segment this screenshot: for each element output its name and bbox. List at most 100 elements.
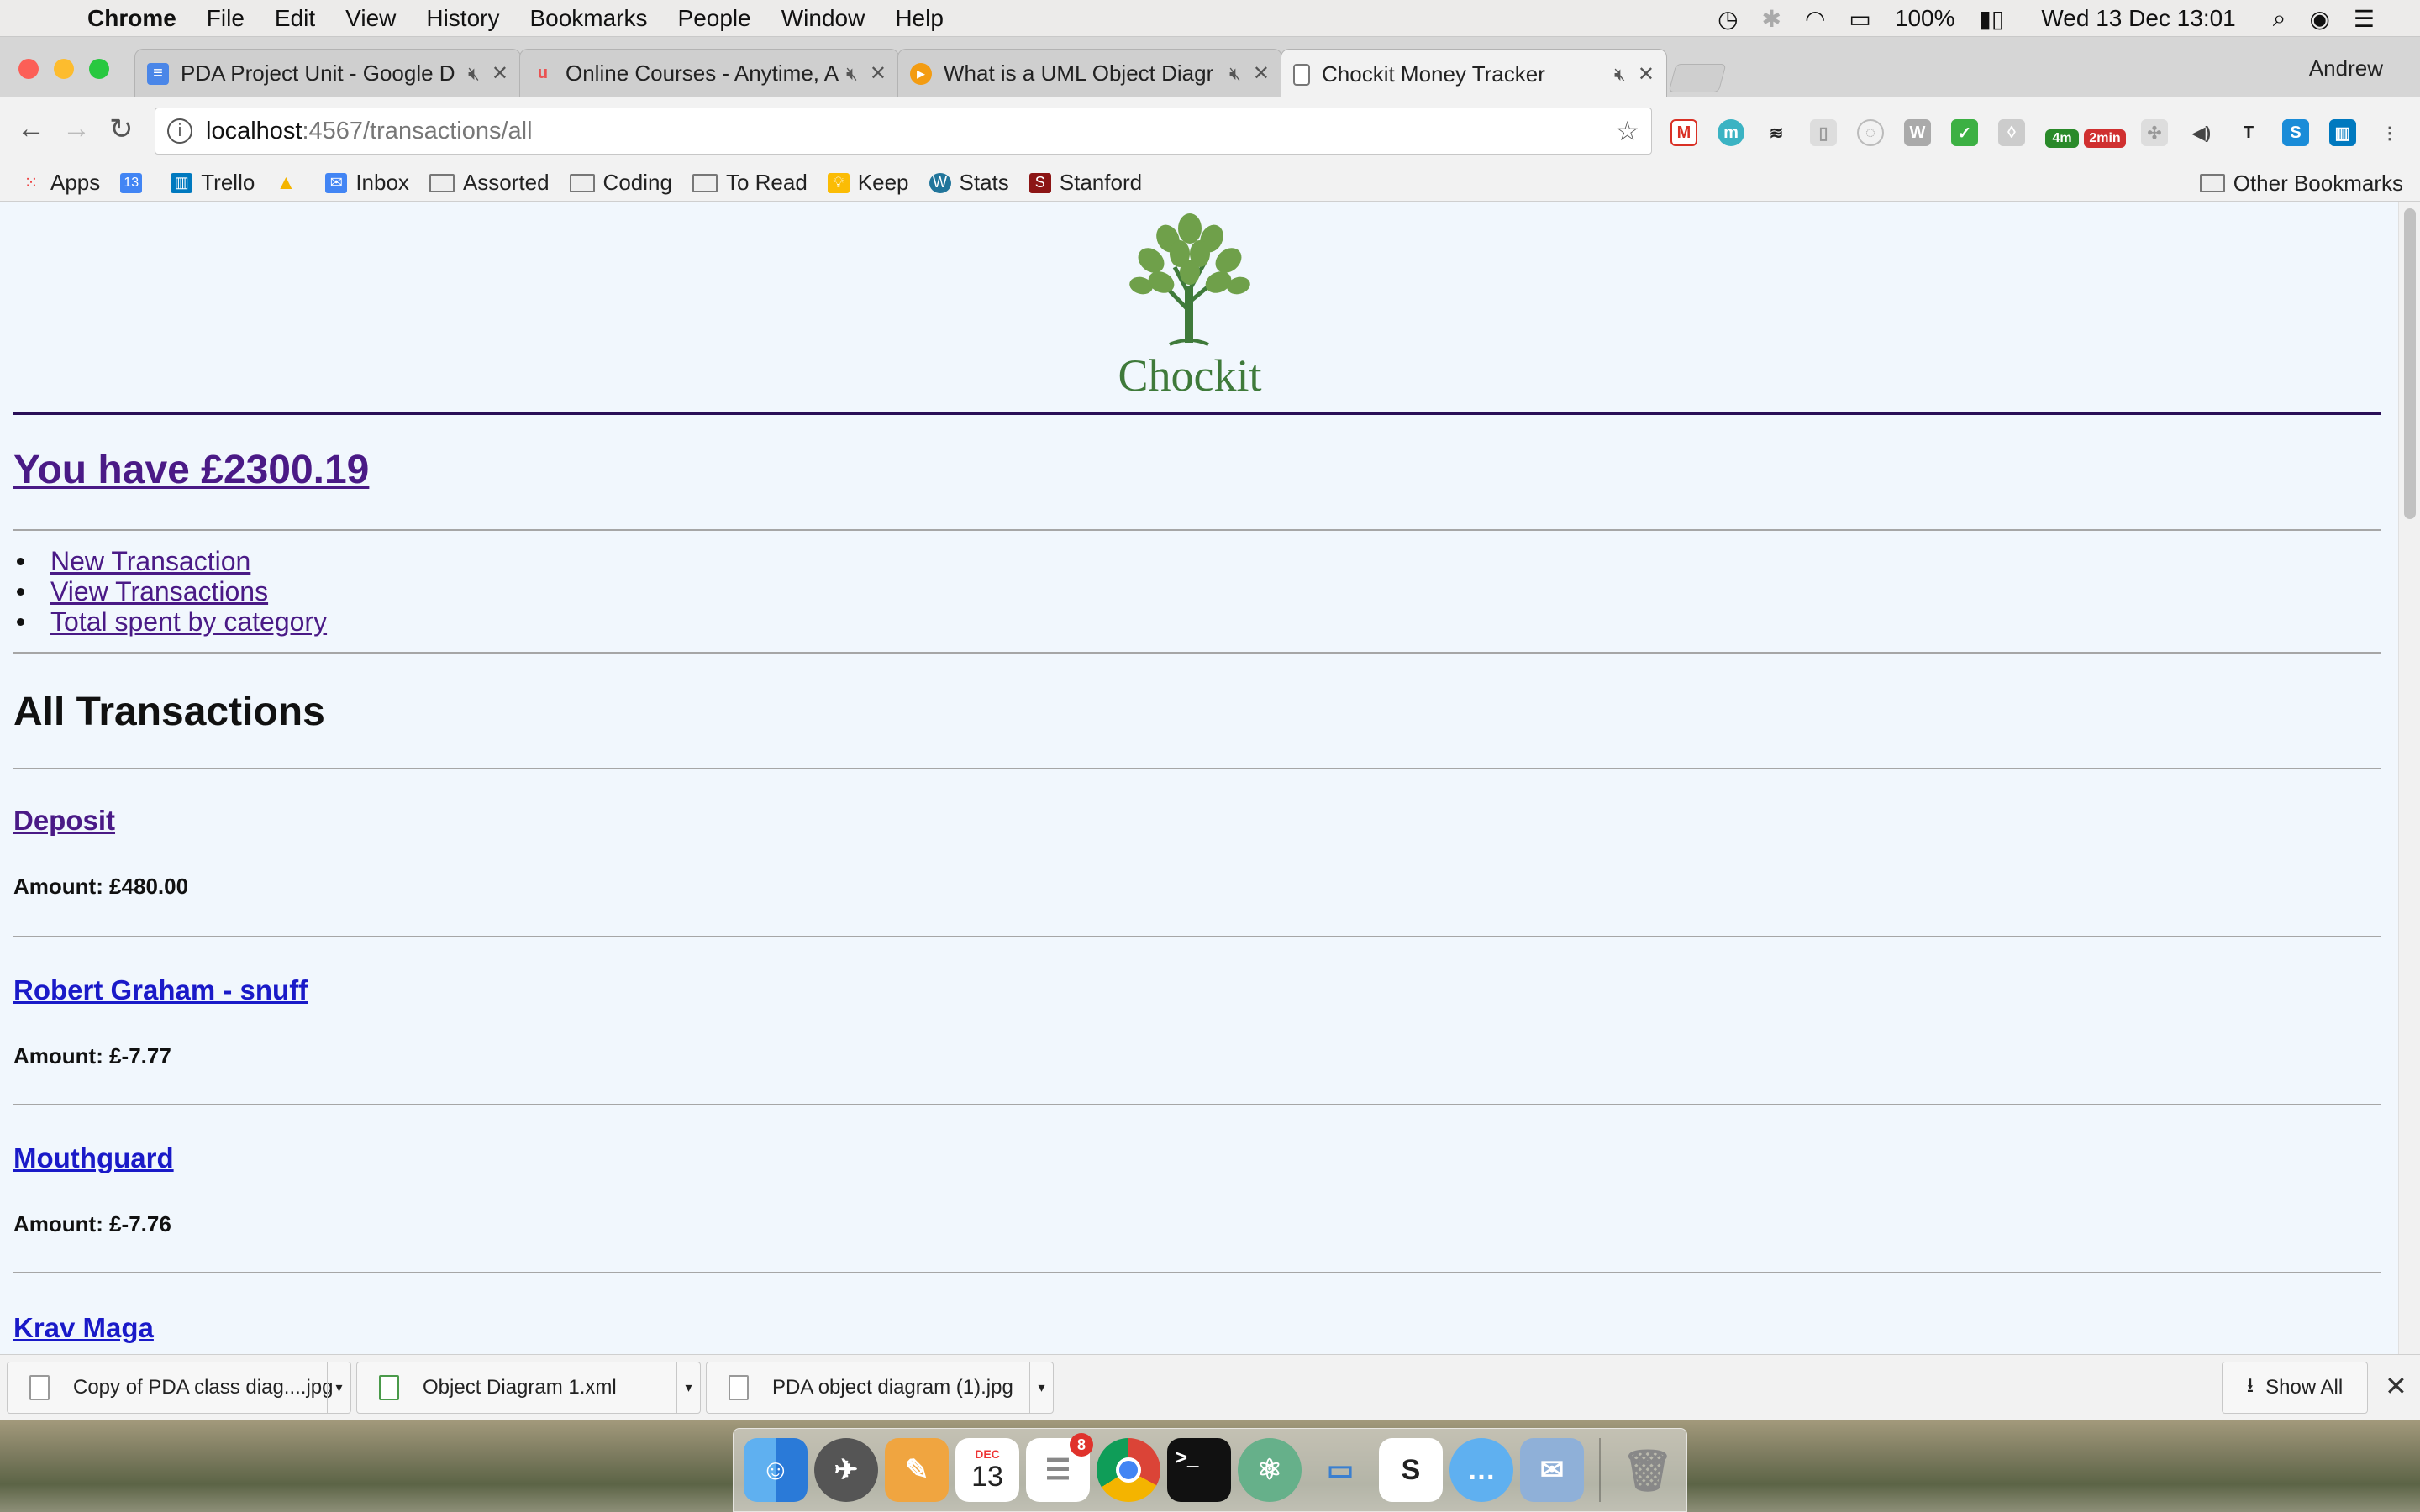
trash-icon[interactable]: 🗑︎ xyxy=(1616,1438,1680,1502)
menu-people[interactable]: People xyxy=(663,5,766,32)
bookmark-assorted[interactable]: Assorted xyxy=(429,170,550,196)
forward-arrow-icon[interactable]: → xyxy=(62,113,91,145)
nav-view-transactions[interactable]: View Transactions xyxy=(16,576,327,606)
wifi-icon[interactable]: ◠ xyxy=(1793,5,1837,33)
shield-extension-icon[interactable]: ✓ xyxy=(1951,119,1978,146)
atom-icon[interactable]: ⚛ xyxy=(1238,1438,1302,1502)
s-extension-icon[interactable]: S xyxy=(2282,119,2309,146)
calendar-icon[interactable]: DEC 13 xyxy=(955,1438,1019,1502)
balance-link[interactable]: You have £2300.19 xyxy=(13,447,369,493)
site-info-icon[interactable]: i xyxy=(167,118,192,144)
menu-file[interactable]: File xyxy=(192,5,260,32)
bookmark-coding[interactable]: Coding xyxy=(569,170,672,196)
page-viewport[interactable]: Chockit You have £2300.19 New Transactio… xyxy=(0,202,2420,1354)
bookmark-star-icon[interactable]: ☆ xyxy=(1615,115,1639,147)
bookmark-drive[interactable]: ▲ xyxy=(275,171,305,194)
chrome-menu-icon[interactable]: ⋮ xyxy=(2376,119,2403,146)
siri-icon[interactable]: ◉ xyxy=(2297,5,2341,33)
speaker-extension-icon[interactable]: ◀) xyxy=(2188,119,2215,146)
window-zoom-button[interactable] xyxy=(89,59,109,79)
window-minimize-button[interactable] xyxy=(54,59,74,79)
terminal-icon[interactable]: >_ xyxy=(1167,1438,1231,1502)
menu-app-name[interactable]: Chrome xyxy=(72,5,192,32)
bluetooth-icon[interactable]: ✱ xyxy=(1750,5,1793,33)
mute-icon[interactable]: 🔇︎ xyxy=(1614,64,1626,86)
chockit-logo[interactable]: Chockit xyxy=(1114,210,1265,401)
close-shelf-icon[interactable]: ✕ xyxy=(2385,1370,2407,1402)
keynote-icon[interactable]: ▭ xyxy=(1308,1438,1372,1502)
menu-bookmarks[interactable]: Bookmarks xyxy=(514,5,662,32)
gmail-extension-icon[interactable]: M xyxy=(1670,119,1697,146)
window-close-button[interactable] xyxy=(18,59,39,79)
time-machine-icon[interactable]: ◷ xyxy=(1706,5,1749,33)
buffer-extension-icon[interactable]: ≋ xyxy=(1763,119,1790,146)
bookmark-stats[interactable]: W Stats xyxy=(929,170,1009,196)
messages-icon[interactable]: … xyxy=(1449,1438,1513,1502)
text-extension-icon[interactable]: T xyxy=(2235,119,2262,146)
clipper-extension-icon[interactable]: ▯ xyxy=(1810,119,1837,146)
reminders-icon[interactable]: ☰ 8 xyxy=(1026,1433,1093,1502)
tab-google-docs[interactable]: ≡ PDA Project Unit - Google D 🔇︎ ✕ xyxy=(134,49,521,97)
reload-icon[interactable]: ↻ xyxy=(109,113,134,146)
timer2-extension-icon[interactable]: 2min xyxy=(2084,129,2126,148)
spotlight-icon[interactable]: ⌕ xyxy=(2261,5,2298,33)
new-tab-button[interactable] xyxy=(1668,64,1727,92)
chrome-icon[interactable] xyxy=(1097,1438,1160,1502)
tab-uml-object-diagram[interactable]: ▸ What is a UML Object Diagr 🔇︎ ✕ xyxy=(897,49,1282,97)
w-extension-icon[interactable]: W xyxy=(1904,119,1931,146)
transaction-name-link[interactable]: Mouthguard xyxy=(13,1142,174,1174)
puzzle-extension-icon[interactable]: ✣ xyxy=(2141,119,2168,146)
clock[interactable]: Wed 13 Dec 13:01 xyxy=(2016,5,2260,32)
tab-close-icon[interactable]: ✕ xyxy=(870,61,886,86)
bookmark-to-read[interactable]: To Read xyxy=(692,170,808,196)
download-menu-arrow-icon[interactable]: ▾ xyxy=(327,1362,350,1413)
download-item[interactable]: Object Diagram 1.xml ▾ xyxy=(356,1362,701,1414)
tab-close-icon[interactable]: ✕ xyxy=(1638,62,1655,87)
download-item[interactable]: Copy of PDA class diag....jpg ▾ xyxy=(7,1362,351,1414)
pages-icon[interactable]: ✎ xyxy=(885,1438,949,1502)
page-scrollbar[interactable] xyxy=(2398,202,2420,1354)
bookmark-keep[interactable]: 💡︎ Keep xyxy=(827,170,909,196)
ghostery-extension-icon[interactable]: ◌ xyxy=(1857,119,1884,146)
tab-close-icon[interactable]: ✕ xyxy=(1253,61,1270,86)
transaction-name-link[interactable]: Krav Maga xyxy=(13,1312,154,1344)
bookmark-inbox[interactable]: ✉ Inbox xyxy=(325,170,409,196)
timer-extension-icon[interactable]: 4m xyxy=(2045,129,2079,148)
launchpad-icon[interactable]: ✈ xyxy=(814,1438,878,1502)
airplay-icon[interactable]: ▭ xyxy=(1837,5,1882,33)
notification-center-icon[interactable]: ☰ xyxy=(2342,5,2386,33)
nav-total-by-category[interactable]: Total spent by category xyxy=(16,606,327,637)
transaction-name-link[interactable]: Deposit xyxy=(13,805,115,837)
download-menu-arrow-icon[interactable]: ▾ xyxy=(1029,1362,1053,1413)
back-arrow-icon[interactable]: ← xyxy=(17,113,45,145)
menu-view[interactable]: View xyxy=(330,5,411,32)
mute-icon[interactable]: 🔇︎ xyxy=(846,63,858,85)
tab-close-icon[interactable]: ✕ xyxy=(492,61,508,86)
shield-grey-extension-icon[interactable]: ◊ xyxy=(1998,119,2025,146)
tab-chockit-active[interactable]: Chockit Money Tracker 🔇︎ ✕ xyxy=(1281,49,1667,99)
bookmark-calendar[interactable]: 13 xyxy=(120,172,150,193)
show-all-downloads-button[interactable]: ⭳ Show All xyxy=(2222,1362,2368,1414)
battery-icon[interactable]: ▮▯ xyxy=(1967,5,2017,33)
trello-extension-icon[interactable]: ▥ xyxy=(2329,119,2356,146)
menu-window[interactable]: Window xyxy=(766,5,881,32)
other-bookmarks[interactable]: Other Bookmarks xyxy=(2199,165,2403,202)
tab-udemy[interactable]: u Online Courses - Anytime, A 🔇︎ ✕ xyxy=(519,49,899,97)
finder-icon[interactable]: ☺ xyxy=(744,1438,808,1502)
bookmark-apps[interactable]: ⁙ Apps xyxy=(20,170,101,196)
menu-help[interactable]: Help xyxy=(880,5,959,32)
slack-icon[interactable]: S xyxy=(1379,1438,1443,1502)
address-bar[interactable]: i localhost :4567/transactions/all ☆ xyxy=(155,108,1652,155)
bookmark-trello[interactable]: ▥ Trello xyxy=(171,170,255,196)
download-item[interactable]: PDA object diagram (1).jpg ▾ xyxy=(706,1362,1054,1414)
transaction-name-link[interactable]: Robert Graham - snuff xyxy=(13,974,308,1006)
battery-percent[interactable]: 100% xyxy=(1883,5,1967,32)
scrollbar-thumb[interactable] xyxy=(2404,208,2416,519)
menu-history[interactable]: History xyxy=(411,5,514,32)
menu-edit[interactable]: Edit xyxy=(260,5,330,32)
bookmark-stanford[interactable]: S Stanford xyxy=(1028,170,1142,196)
mute-icon[interactable]: 🔇︎ xyxy=(1229,63,1241,85)
mute-icon[interactable]: 🔇︎ xyxy=(468,63,480,85)
download-menu-arrow-icon[interactable]: ▾ xyxy=(676,1362,700,1413)
nav-new-transaction[interactable]: New Transaction xyxy=(16,546,327,576)
